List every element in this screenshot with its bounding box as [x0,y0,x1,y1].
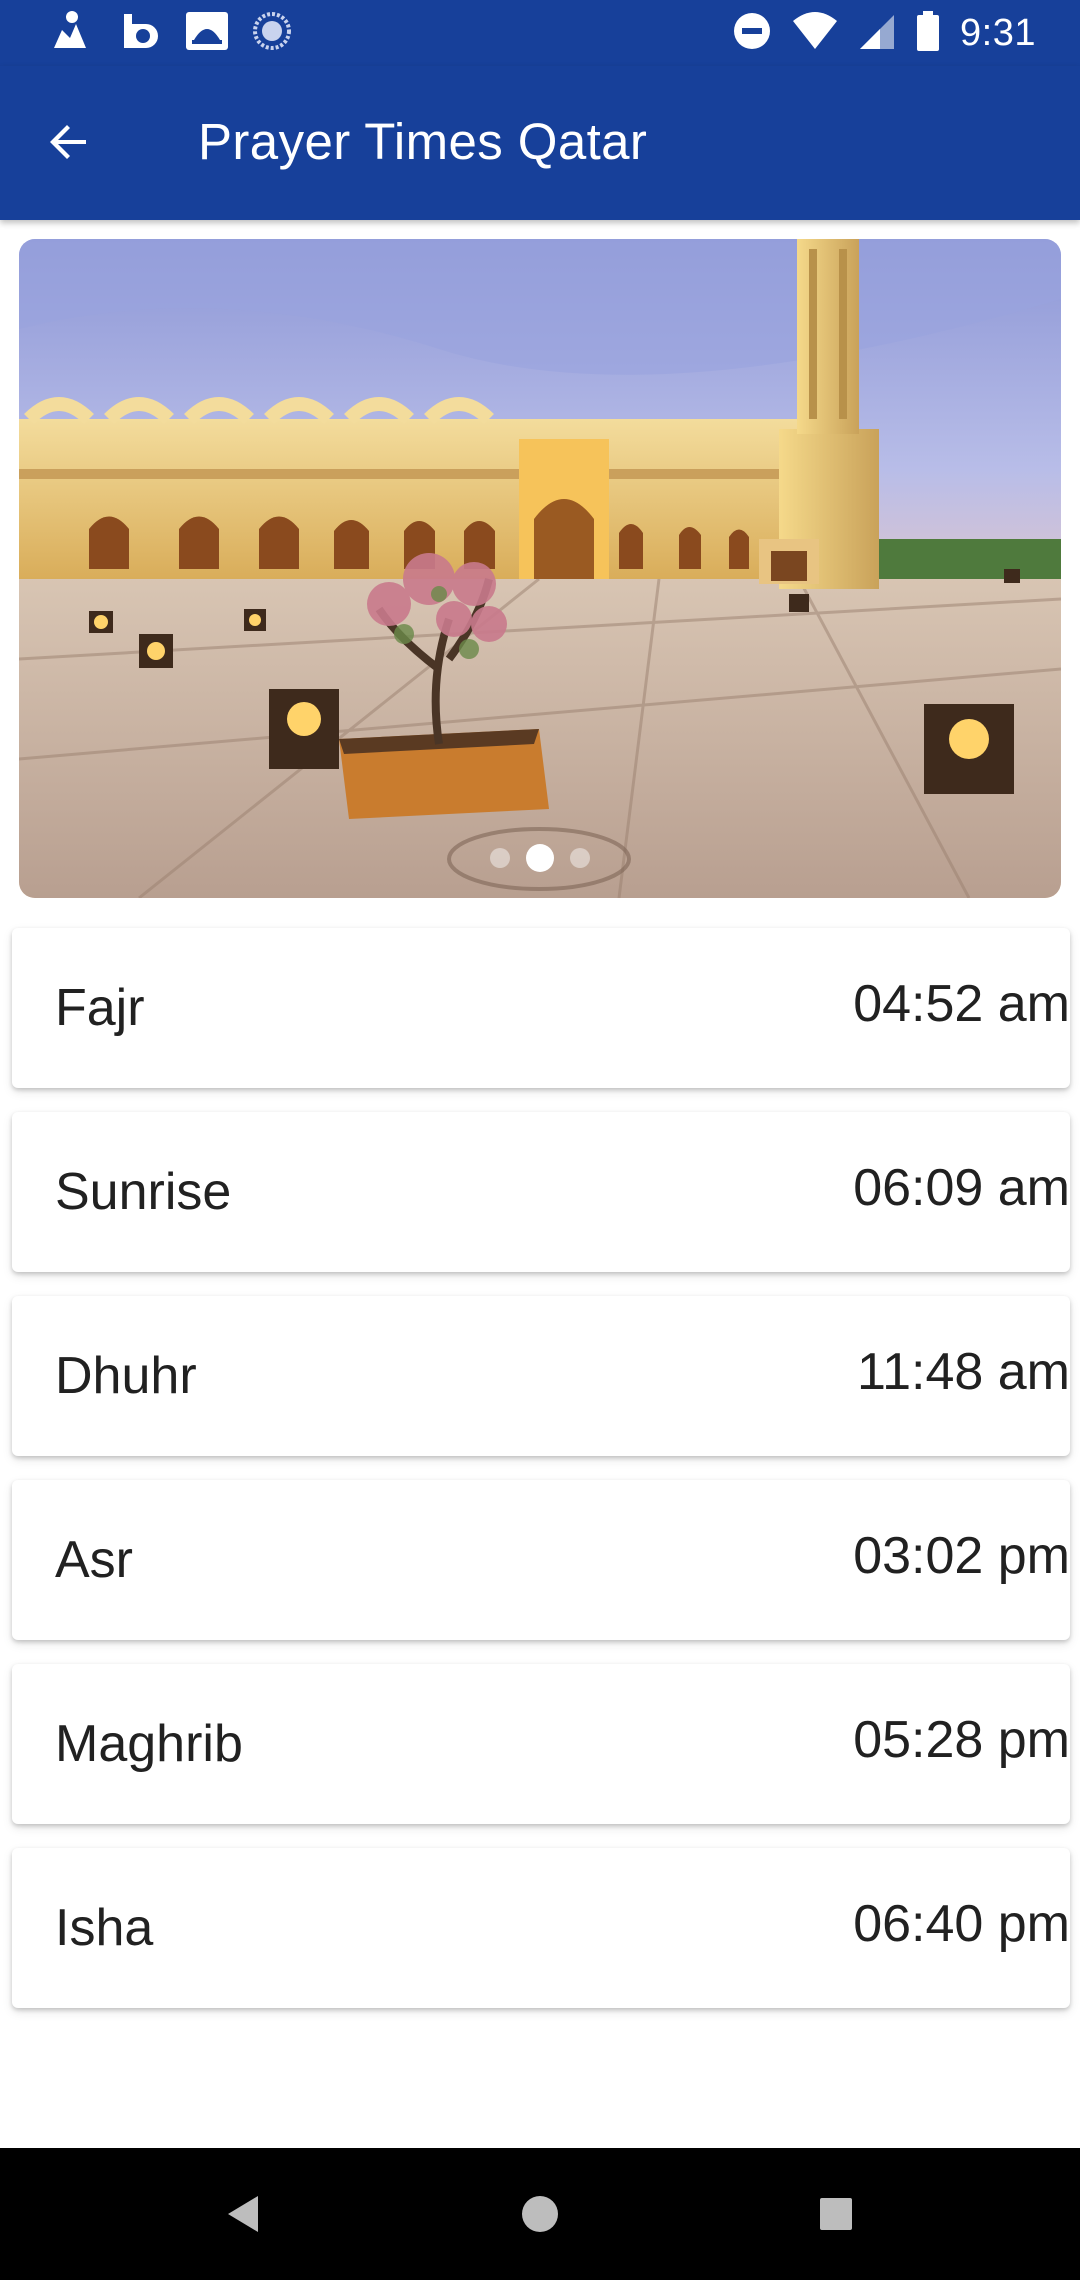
prayer-name: Maghrib [55,1715,243,1773]
nav-home-button[interactable] [508,2182,572,2246]
carousel-page-indicator [19,844,1061,872]
notification-icon-2 [116,8,162,59]
status-notification-icons [48,10,292,56]
prayer-time: 05:28 pm [853,1711,1070,1769]
prayer-name: Asr [55,1531,133,1589]
prayer-card-asr[interactable]: Asr 03:02 pm [12,1480,1070,1640]
recents-square-icon [820,2198,852,2230]
page-title: Prayer Times Qatar [198,113,648,170]
prayer-time: 03:02 pm [853,1527,1070,1585]
sync-icon [252,11,292,56]
home-circle-icon [522,2196,558,2232]
back-button[interactable] [36,110,100,174]
nav-recents-button[interactable] [804,2182,868,2246]
prayer-name: Dhuhr [55,1347,197,1405]
prayer-name: Fajr [55,979,145,1037]
carousel-dot[interactable] [490,848,510,868]
wifi-icon [792,11,838,56]
prayer-time: 06:09 am [853,1159,1070,1217]
status-system-icons: 9:31 [732,8,1036,58]
prayer-times-list: Fajr 04:52 am Sunrise 06:09 am Dhuhr 11:… [12,928,1070,2032]
prayer-time: 06:40 pm [853,1895,1070,1953]
notification-icon-1 [48,8,94,59]
prayer-card-fajr[interactable]: Fajr 04:52 am [12,928,1070,1088]
prayer-card-sunrise[interactable]: Sunrise 06:09 am [12,1112,1070,1272]
do-not-disturb-icon [732,11,772,56]
back-triangle-icon [228,2196,258,2232]
prayer-time: 11:48 am [857,1343,1070,1401]
status-time: 9:31 [960,11,1036,54]
nav-back-button[interactable] [210,2182,274,2246]
mosque-photo [19,239,1061,898]
prayer-card-dhuhr[interactable]: Dhuhr 11:48 am [12,1296,1070,1456]
app-bar: Prayer Times Qatar [0,66,1080,220]
carousel-dot[interactable] [570,848,590,868]
mosque-image-carousel[interactable] [19,239,1061,898]
status-bar: 9:31 [0,0,1080,66]
prayer-card-maghrib[interactable]: Maghrib 05:28 pm [12,1664,1070,1824]
carousel-dot-active[interactable] [526,844,554,872]
arrow-left-icon [50,125,86,159]
prayer-card-isha[interactable]: Isha 06:40 pm [12,1848,1070,2008]
system-navigation-bar [0,2148,1080,2280]
prayer-name: Isha [55,1899,154,1957]
prayer-time: 04:52 am [853,975,1070,1033]
prayer-name: Sunrise [55,1163,232,1221]
app-screen: 9:31 Prayer Times Qatar Fajr 04:52 am Su… [0,0,1080,2280]
mosque-app-icon [184,8,230,59]
cellular-signal-icon [858,11,896,56]
battery-icon [916,10,940,57]
